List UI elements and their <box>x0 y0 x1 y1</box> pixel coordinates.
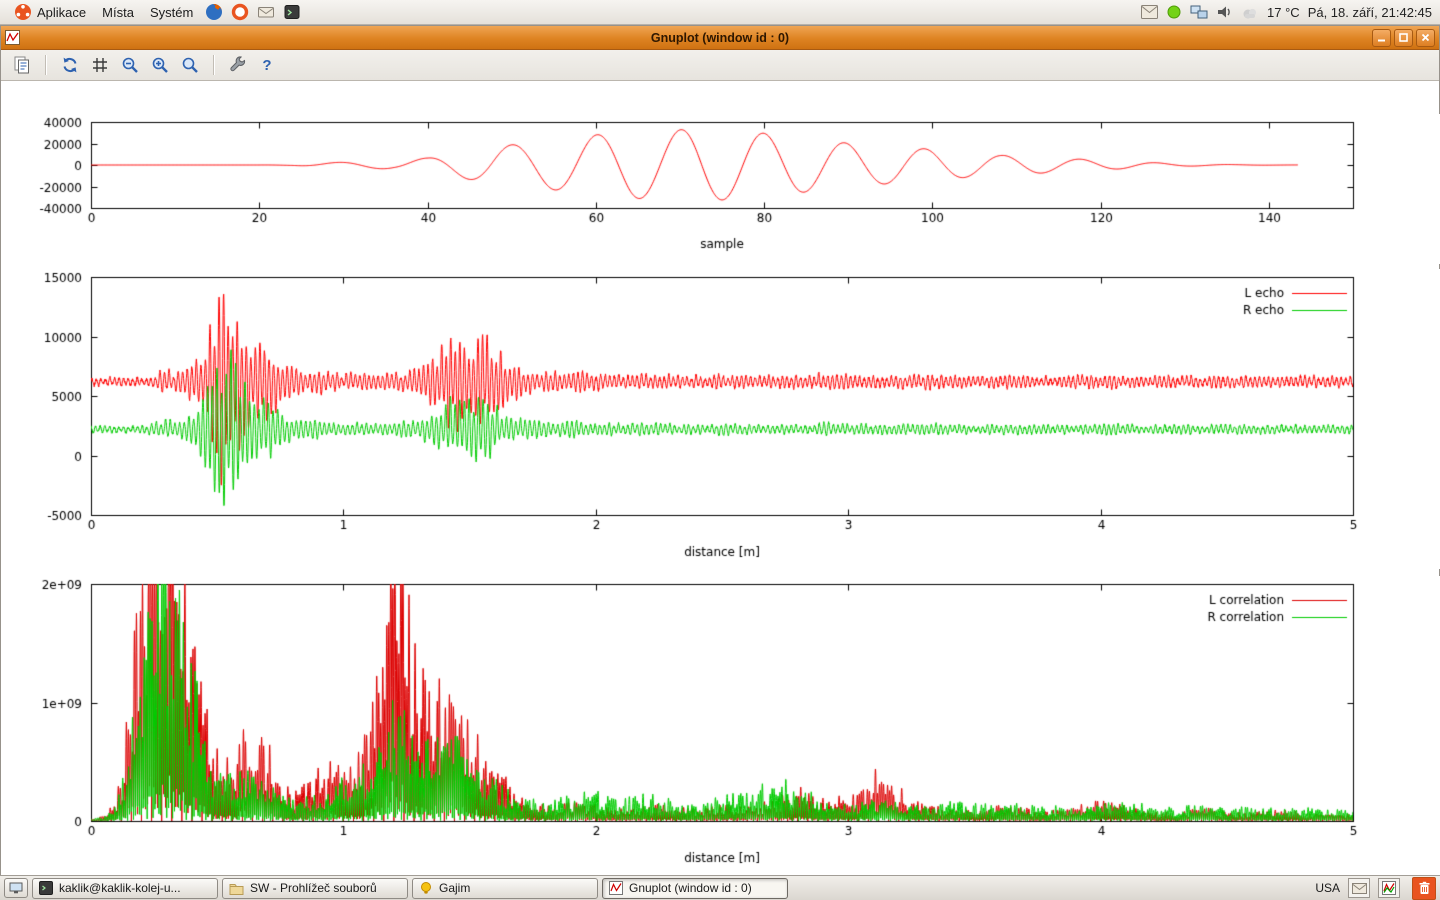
terminal-icon <box>39 881 53 895</box>
autoscale-button[interactable] <box>177 52 203 78</box>
taskbar: kaklik@kaklik-kolej-u... SW - Prohlížeč … <box>0 875 1440 900</box>
firefox-launcher[interactable] <box>201 2 227 22</box>
gnuplot-icon <box>609 881 623 895</box>
gnuplot-window: Gnuplot (window id : 0) <box>0 25 1440 875</box>
menu-places[interactable]: Místa <box>94 3 142 22</box>
mail-tray-button[interactable] <box>1348 878 1370 898</box>
maximize-icon <box>1398 32 1409 43</box>
taskbar-window-label: Gnuplot (window id : 0) <box>629 881 752 895</box>
taskbar-window-terminal[interactable]: kaklik@kaklik-kolej-u... <box>32 878 218 899</box>
copy-icon <box>12 55 32 75</box>
gajim-status-icon[interactable] <box>1166 4 1182 20</box>
taskbar-tray: USA <box>1315 877 1436 900</box>
menu-system[interactable]: Systém <box>142 3 201 22</box>
taskbar-window-label: kaklik@kaklik-kolej-u... <box>59 881 181 895</box>
show-desktop-button[interactable] <box>4 878 28 898</box>
show-desktop-icon <box>9 882 23 894</box>
terminal-icon <box>283 3 301 21</box>
firefox-icon <box>205 3 223 21</box>
replot-button[interactable] <box>57 52 83 78</box>
zoom-reset-icon <box>180 55 200 75</box>
close-icon <box>1420 32 1431 43</box>
echo-chart <box>1 269 1440 569</box>
titlebar[interactable]: Gnuplot (window id : 0) <box>1 26 1439 50</box>
volume-icon[interactable] <box>1216 4 1233 20</box>
refresh-icon <box>60 55 80 75</box>
gnuplot-tray-button[interactable] <box>1378 878 1400 898</box>
window-title: Gnuplot (window id : 0) <box>1 31 1439 45</box>
panel-right-tray: 17 °C Pá, 18. září, 21:42:45 <box>1141 4 1434 20</box>
waveform-chart <box>1 114 1440 264</box>
temperature-label[interactable]: 17 °C <box>1267 5 1300 20</box>
zoom-next-button[interactable] <box>147 52 173 78</box>
minimize-button[interactable] <box>1372 29 1391 47</box>
window-buttons <box>1369 29 1435 47</box>
grid-icon <box>90 55 110 75</box>
close-button[interactable] <box>1416 29 1435 47</box>
menu-system-label: Systém <box>150 5 193 20</box>
toolbar-separator <box>45 55 47 75</box>
desktop: Aplikace Místa Systém <box>0 0 1440 900</box>
copy-clipboard-button[interactable] <box>9 52 35 78</box>
trash-icon <box>1418 881 1431 895</box>
menu-applications-label: Aplikace <box>37 5 86 20</box>
ubuntu-logo-icon <box>14 3 32 21</box>
network-icon[interactable] <box>1190 5 1208 20</box>
toolbar-separator <box>213 55 215 75</box>
taskbar-window-files[interactable]: SW - Prohlížeč souborů <box>222 878 408 899</box>
minimize-icon <box>1376 32 1387 43</box>
zoom-previous-button[interactable] <box>117 52 143 78</box>
keyboard-layout-indicator[interactable]: USA <box>1315 881 1340 895</box>
mail-tray-icon <box>1352 883 1367 894</box>
zoom-in-icon <box>150 55 170 75</box>
gnuplot-tray-icon <box>1382 881 1396 895</box>
help-button[interactable]: ? <box>255 54 279 77</box>
weather-icon[interactable] <box>1241 5 1259 20</box>
echo-chart-canvas[interactable] <box>1 269 1440 569</box>
wrench-icon <box>228 55 248 75</box>
taskbar-window-gnuplot[interactable]: Gnuplot (window id : 0) <box>602 878 788 899</box>
menu-places-label: Místa <box>102 5 134 20</box>
correlation-chart <box>1 576 1440 876</box>
plot-area <box>1 81 1439 874</box>
zoom-out-icon <box>120 55 140 75</box>
mail-notification-icon[interactable] <box>1141 5 1158 19</box>
mail-launcher[interactable] <box>253 2 279 22</box>
gnuplot-toolbar: ? <box>1 50 1439 81</box>
gajim-icon <box>419 881 433 895</box>
help-launcher[interactable] <box>227 2 253 22</box>
menu-applications[interactable]: Aplikace <box>6 1 94 23</box>
top-panel: Aplikace Místa Systém <box>0 0 1440 25</box>
settings-button[interactable] <box>225 52 251 78</box>
mail-icon <box>257 3 275 21</box>
taskbar-window-label: Gajim <box>439 881 470 895</box>
maximize-button[interactable] <box>1394 29 1413 47</box>
taskbar-window-gajim[interactable]: Gajim <box>412 878 598 899</box>
terminal-launcher[interactable] <box>279 2 305 22</box>
waveform-chart-canvas[interactable] <box>1 114 1440 264</box>
trash-button[interactable] <box>1412 877 1436 900</box>
lifebuoy-icon <box>231 3 249 21</box>
grid-toggle-button[interactable] <box>87 52 113 78</box>
taskbar-window-label: SW - Prohlížeč souborů <box>250 881 377 895</box>
help-icon: ? <box>258 57 276 74</box>
folder-icon <box>229 882 244 895</box>
correlation-chart-canvas[interactable] <box>1 576 1440 876</box>
clock-label[interactable]: Pá, 18. září, 21:42:45 <box>1308 5 1432 20</box>
